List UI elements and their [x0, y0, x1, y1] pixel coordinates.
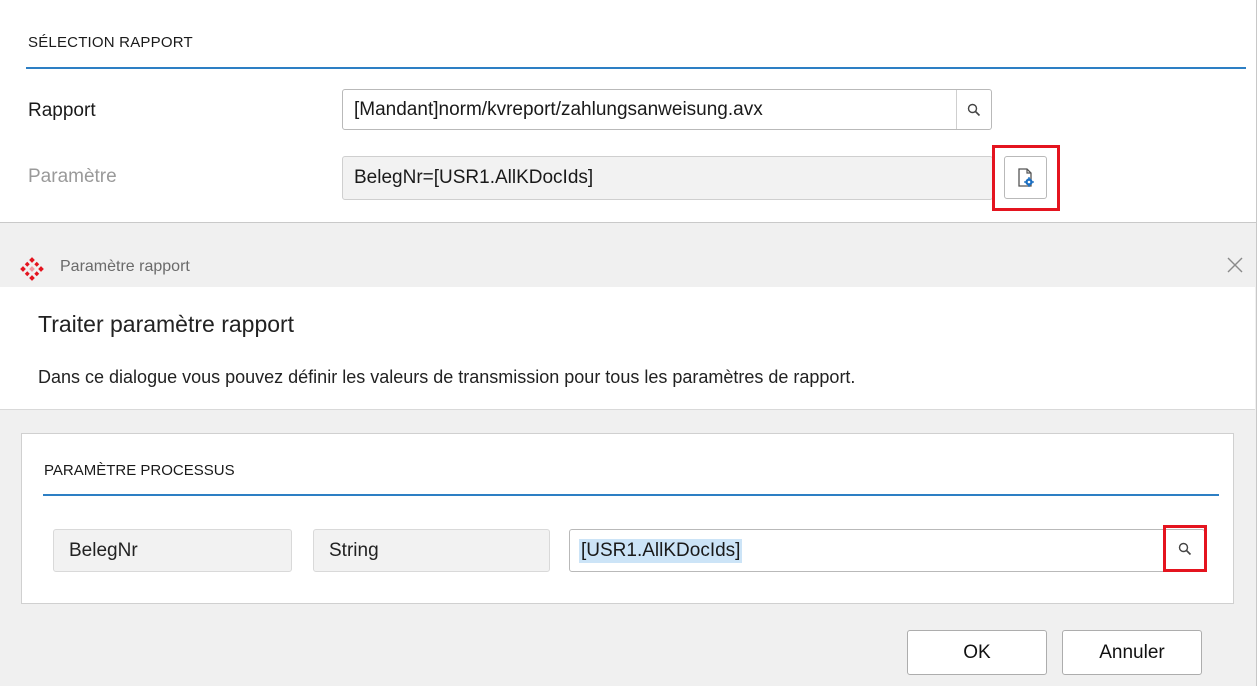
- dialog-heading: Traiter paramètre rapport: [38, 311, 295, 337]
- report-path-field[interactable]: [Mandant]norm/kvreport/zahlungsanweisung…: [342, 89, 992, 130]
- param-value-input[interactable]: [USR1.AllKDocIds]: [569, 529, 1205, 572]
- dialog-header: Traiter paramètre rapport Dans ce dialog…: [0, 287, 1255, 410]
- dialog-title: Paramètre rapport: [60, 258, 190, 275]
- param-value-search-button[interactable]: [1163, 525, 1207, 572]
- param-type-cell: String: [313, 529, 550, 572]
- app-logo-icon: [20, 257, 44, 281]
- parameter-value: BelegNr=[USR1.AllKDocIds]: [354, 167, 594, 188]
- parameter-field: BelegNr=[USR1.AllKDocIds]: [342, 156, 993, 200]
- param-name-cell: BelegNr: [53, 529, 292, 572]
- panel-divider: [43, 494, 1219, 496]
- close-button[interactable]: [1223, 253, 1247, 277]
- section-divider: [26, 67, 1246, 69]
- parameter-dialog: Paramètre rapport Traiter paramètre rapp…: [0, 222, 1257, 686]
- cancel-button[interactable]: Annuler: [1062, 630, 1202, 675]
- report-label: Rapport: [28, 100, 96, 121]
- dialog-titlebar: Paramètre rapport: [0, 233, 1255, 293]
- ok-button[interactable]: OK: [907, 630, 1047, 675]
- search-icon: [1178, 542, 1192, 555]
- dialog-description: Dans ce dialogue vous pouvez définir les…: [38, 367, 856, 387]
- close-icon: [1227, 257, 1243, 273]
- search-icon: [967, 103, 981, 116]
- param-value-text: [USR1.AllKDocIds]: [579, 538, 743, 563]
- report-selection-section: SÉLECTION RAPPORT Rapport [Mandant]norm/…: [0, 0, 1257, 222]
- panel-title: PARAMÈTRE PROCESSUS: [44, 462, 235, 479]
- report-path-value: [Mandant]norm/kvreport/zahlungsanweisung…: [354, 98, 763, 120]
- parameter-label: Paramètre: [28, 166, 117, 187]
- section-title: SÉLECTION RAPPORT: [28, 34, 193, 51]
- highlight-frame: [992, 145, 1060, 211]
- report-search-button[interactable]: [956, 90, 991, 129]
- process-parameters-panel: PARAMÈTRE PROCESSUS BelegNr String [USR1…: [21, 433, 1234, 604]
